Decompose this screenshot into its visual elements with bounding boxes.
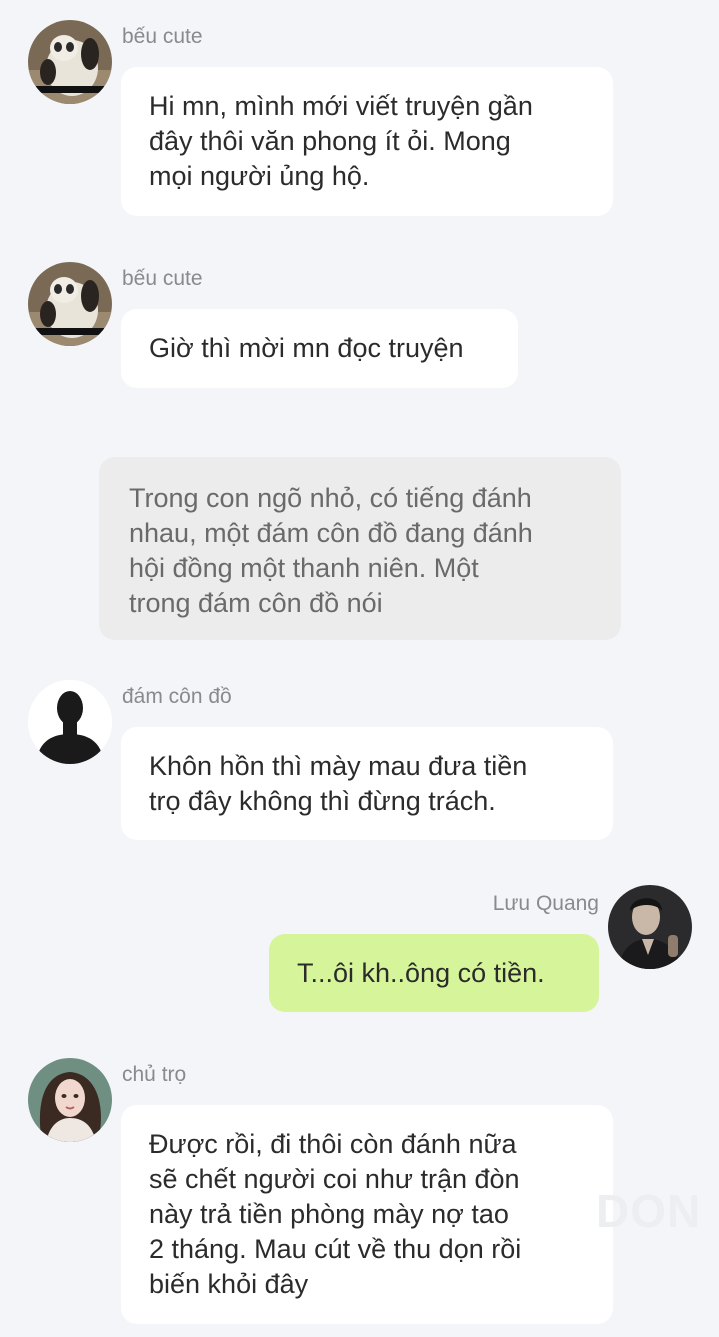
sender-name: bếu cute bbox=[122, 267, 203, 290]
narration-line: trong đám côn đồ nói bbox=[129, 588, 383, 618]
sender-name: chủ trọ bbox=[122, 1063, 187, 1086]
avatar-beu-cute[interactable] bbox=[28, 262, 112, 346]
message-bubble[interactable]: Được rồi, đi thôi còn đánh nữa sẽ chết n… bbox=[121, 1105, 613, 1324]
narration-line: nhau, một đám côn đồ đang đánh bbox=[129, 518, 533, 548]
message-bubble[interactable]: Giờ thì mời mn đọc truyện bbox=[121, 309, 518, 388]
message-line: T...ôi kh..ông có tiền. bbox=[297, 958, 545, 988]
man-avatar-icon bbox=[608, 885, 692, 969]
avatar-beu-cute[interactable] bbox=[28, 20, 112, 104]
sender-name: bếu cute bbox=[122, 25, 203, 48]
message-line: mọi người ủng hộ. bbox=[149, 161, 370, 191]
message-line: sẽ chết người coi như trận đòn bbox=[149, 1164, 520, 1194]
sender-name: đám côn đồ bbox=[122, 685, 232, 708]
avatar-dam-con-do[interactable] bbox=[28, 680, 112, 764]
avatar-luu-quang[interactable] bbox=[608, 885, 692, 969]
message-line: Khôn hồn thì mày mau đưa tiền bbox=[149, 751, 528, 781]
watermark: DON bbox=[596, 1185, 702, 1237]
message-line: trọ đây không thì đừng trách. bbox=[149, 786, 496, 816]
message-line: đây thôi văn phong ít ỏi. Mong bbox=[149, 126, 511, 156]
narration-box: Trong con ngõ nhỏ, có tiếng đánh nhau, m… bbox=[99, 457, 621, 640]
message-bubble[interactable]: Khôn hồn thì mày mau đưa tiền trọ đây kh… bbox=[121, 727, 613, 840]
message-line: 2 tháng. Mau cút về thu dọn rồi bbox=[149, 1234, 522, 1264]
sender-name: Lưu Quang bbox=[492, 892, 599, 915]
message-line: biến khỏi đây bbox=[149, 1269, 309, 1299]
panda-avatar-icon bbox=[28, 20, 112, 104]
silhouette-avatar-icon bbox=[28, 680, 112, 764]
message-line: Hi mn, mình mới viết truyện gần bbox=[149, 91, 533, 121]
own-message-bubble[interactable]: T...ôi kh..ông có tiền. bbox=[269, 934, 599, 1012]
message-line: Giờ thì mời mn đọc truyện bbox=[149, 333, 464, 363]
message-line: này trả tiền phòng mày nợ tao bbox=[149, 1199, 509, 1229]
narration-line: hội đồng một thanh niên. Một bbox=[129, 553, 479, 583]
message-bubble[interactable]: Hi mn, mình mới viết truyện gần đây thôi… bbox=[121, 67, 613, 216]
avatar-chu-tro[interactable] bbox=[28, 1058, 112, 1142]
panda-avatar-icon bbox=[28, 262, 112, 346]
woman-avatar-icon bbox=[28, 1058, 112, 1142]
narration-line: Trong con ngõ nhỏ, có tiếng đánh bbox=[129, 483, 532, 513]
message-line: Được rồi, đi thôi còn đánh nữa bbox=[149, 1129, 517, 1159]
